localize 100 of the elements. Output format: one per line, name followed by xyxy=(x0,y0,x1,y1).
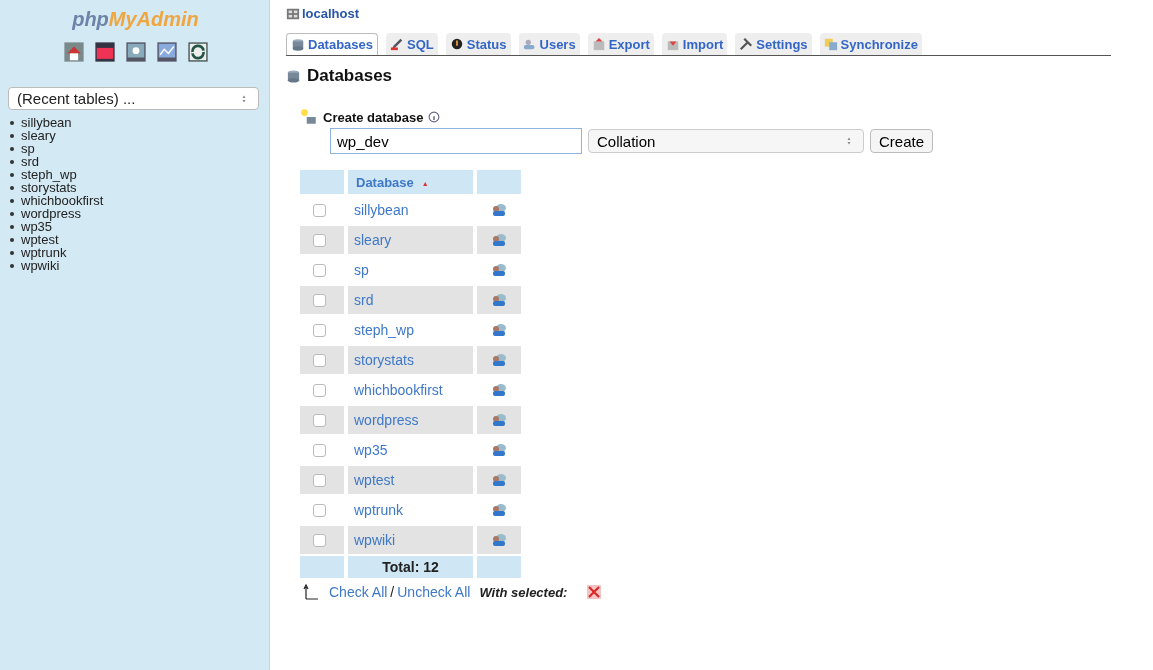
database-link[interactable]: srd xyxy=(354,292,374,308)
checkbox[interactable] xyxy=(313,233,326,247)
users-icon[interactable] xyxy=(491,262,507,278)
bullet xyxy=(10,120,14,125)
header-cell xyxy=(477,170,521,194)
users-icon[interactable] xyxy=(491,232,507,248)
bullet xyxy=(10,237,14,242)
checkbox[interactable] xyxy=(313,473,326,487)
checkbox[interactable] xyxy=(313,533,326,547)
checkbox[interactable] xyxy=(313,353,326,367)
section-label: Create database xyxy=(323,109,424,125)
database-link[interactable]: wptest xyxy=(354,472,395,488)
bullet xyxy=(10,263,14,268)
checkbox[interactable] xyxy=(313,413,326,427)
help-icon xyxy=(428,111,441,123)
users-icon[interactable] xyxy=(491,502,507,518)
database-link[interactable]: steph_wp xyxy=(21,168,77,181)
users-icon[interactable] xyxy=(491,292,507,308)
users-icon[interactable] xyxy=(491,472,507,488)
window-icon[interactable] xyxy=(93,41,116,63)
bullet xyxy=(10,146,14,151)
users-icon[interactable] xyxy=(491,352,507,368)
sync-icon xyxy=(823,37,838,51)
users-icon[interactable] xyxy=(491,322,507,338)
database-link[interactable]: wptrunk xyxy=(21,246,67,259)
checkbox[interactable] xyxy=(313,443,326,457)
database-link[interactable]: whichbookfirst xyxy=(21,194,104,207)
users-icon xyxy=(522,37,537,51)
tab[interactable]: Synchronize xyxy=(819,33,922,55)
database-link[interactable]: wptest xyxy=(21,233,59,246)
uncheck-all-link[interactable]: Uncheck All xyxy=(397,584,471,600)
bullet xyxy=(10,224,14,229)
new-database-icon xyxy=(300,108,318,126)
checkbox[interactable] xyxy=(313,503,326,517)
database-link[interactable]: whichbookfirst xyxy=(354,382,443,398)
database-link[interactable]: wpwiki xyxy=(354,532,396,548)
total-count: Total: 12 xyxy=(382,559,439,575)
database-link[interactable]: sillybean xyxy=(21,116,72,129)
database-link[interactable]: storystats xyxy=(354,352,414,368)
database-link[interactable]: storystats xyxy=(21,181,77,194)
database-link[interactable]: sleary xyxy=(21,129,56,142)
tab[interactable]: Import xyxy=(661,33,728,55)
tab[interactable]: Export xyxy=(587,33,654,55)
bullet xyxy=(10,211,14,216)
users-icon[interactable] xyxy=(491,532,507,548)
monitor-icon[interactable] xyxy=(155,41,178,63)
bullet xyxy=(10,185,14,190)
checkbox[interactable] xyxy=(313,383,326,397)
checkbox[interactable] xyxy=(313,263,326,277)
database-link[interactable]: steph_wp xyxy=(354,322,414,338)
users-icon[interactable] xyxy=(491,202,507,218)
database-link[interactable]: wordpress xyxy=(354,412,419,428)
refresh-icon[interactable] xyxy=(186,41,209,63)
database-link[interactable]: wp35 xyxy=(21,220,53,233)
home-icon[interactable] xyxy=(62,41,85,63)
tab[interactable]: Databases xyxy=(286,33,379,55)
database-link[interactable]: wordpress xyxy=(21,207,81,220)
tab[interactable]: Users xyxy=(518,33,580,55)
database-link[interactable]: wp35 xyxy=(354,442,388,458)
header-cell xyxy=(300,170,344,194)
create-button[interactable]: Create xyxy=(870,129,934,153)
check-all-link[interactable]: Check All xyxy=(329,584,388,600)
server-icon xyxy=(286,6,300,21)
bullet xyxy=(10,250,14,255)
breadcrumb-link[interactable]: localhost xyxy=(302,6,360,21)
tab[interactable]: Status xyxy=(445,33,511,55)
bullet xyxy=(10,172,14,177)
database-link[interactable]: sillybean xyxy=(354,202,409,218)
pencil-icon xyxy=(390,37,405,51)
checkbox[interactable] xyxy=(313,203,326,217)
database-link[interactable]: wpwiki xyxy=(21,259,60,272)
users-icon[interactable] xyxy=(491,412,507,428)
separator: / xyxy=(390,584,395,600)
database-icon xyxy=(286,68,301,84)
tab[interactable]: SQL xyxy=(386,33,438,55)
tab[interactable]: Settings xyxy=(735,33,812,55)
users-icon[interactable] xyxy=(491,442,507,458)
checkbox[interactable] xyxy=(313,293,326,307)
database-link[interactable]: sp xyxy=(21,142,35,155)
database-link[interactable]: sp xyxy=(354,262,369,278)
database-link[interactable]: wptrunk xyxy=(354,502,404,518)
footer-cell xyxy=(300,556,344,578)
database-link[interactable]: sleary xyxy=(354,232,392,248)
database-icon xyxy=(291,37,305,52)
logo: phpMyAdmin xyxy=(71,7,200,32)
footer-cell xyxy=(477,556,521,578)
monitor-icon[interactable] xyxy=(124,41,147,63)
checkbox[interactable] xyxy=(313,323,326,337)
with-selected-label: With selected: xyxy=(479,584,568,600)
bullet xyxy=(10,198,14,203)
recent-tables-select[interactable]: (Recent tables) ... xyxy=(8,87,259,110)
page-title: Databases xyxy=(307,66,393,86)
delete-icon xyxy=(586,584,603,600)
export-icon xyxy=(591,37,606,51)
users-icon[interactable] xyxy=(491,382,507,398)
database-name-field[interactable]: wp_dev xyxy=(330,128,582,154)
collation-select[interactable]: Collation xyxy=(588,129,864,153)
bullet xyxy=(10,133,14,138)
bullet xyxy=(10,159,14,164)
database-link[interactable]: srd xyxy=(21,155,40,168)
